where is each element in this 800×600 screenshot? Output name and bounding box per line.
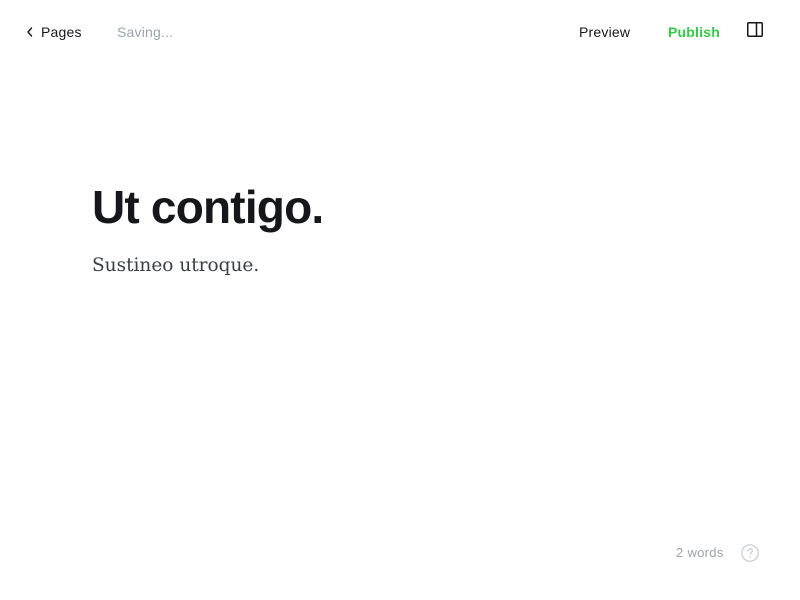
post-title[interactable]: Ut contigo. bbox=[92, 176, 708, 238]
save-status-text: Saving... bbox=[117, 24, 174, 40]
back-to-pages-link[interactable]: Pages bbox=[26, 20, 82, 44]
word-count: 2 words bbox=[676, 545, 724, 560]
post-body-paragraph[interactable]: Sustineo utroque. bbox=[92, 252, 708, 280]
preview-button[interactable]: Preview bbox=[570, 20, 639, 44]
sidebar-toggle-button[interactable] bbox=[744, 22, 766, 42]
question-mark-icon bbox=[741, 544, 759, 562]
chevron-left-icon bbox=[26, 27, 34, 37]
publish-button[interactable]: Publish bbox=[659, 20, 729, 44]
help-button[interactable] bbox=[741, 544, 759, 562]
editor-top-bar: Pages Saving... Preview Publish bbox=[0, 0, 800, 64]
post-editor: Ut contigo. Sustineo utroque. bbox=[92, 176, 708, 280]
back-link-label: Pages bbox=[41, 24, 82, 40]
sidebar-panel-icon bbox=[747, 22, 763, 42]
